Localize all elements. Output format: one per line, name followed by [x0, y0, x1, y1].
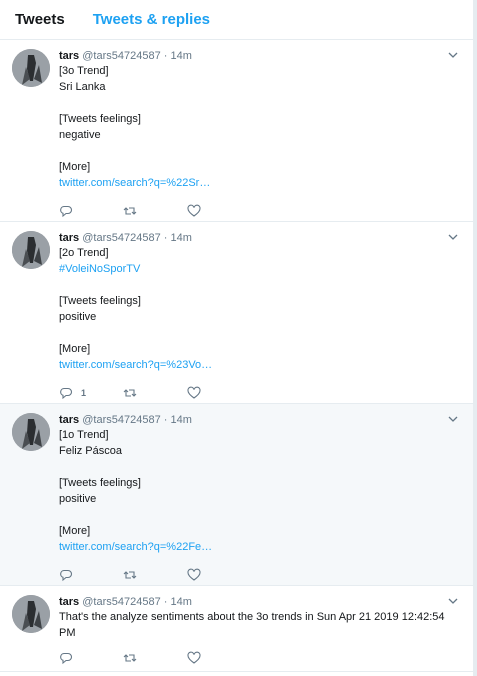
reply-button[interactable]: [59, 204, 123, 218]
retweet-icon: [123, 389, 137, 397]
tweet-line: That's the analyze sentiments about the …: [59, 611, 445, 639]
avatar[interactable]: [12, 231, 50, 269]
avatar[interactable]: [12, 595, 50, 633]
reply-icon: [60, 569, 73, 582]
retweet-icon: [123, 654, 137, 662]
tweet-line: [3o Trend]: [59, 65, 109, 77]
tweet-line: [More]: [59, 161, 91, 173]
reply-button[interactable]: [59, 568, 123, 582]
tweet-line: [59, 507, 461, 523]
avatar[interactable]: [12, 413, 50, 451]
separator-dot: ·: [163, 50, 168, 62]
tab-tweets[interactable]: Tweets: [15, 11, 65, 28]
retweet-button[interactable]: [123, 204, 187, 218]
tweet-line: [More]: [59, 525, 91, 537]
tweet-line: positive: [59, 311, 97, 323]
tweet-text: [1o Trend] Feliz Páscoa [Tweets feelings…: [59, 427, 461, 555]
separator-dot: ·: [163, 596, 168, 608]
heart-icon: [187, 568, 201, 581]
tweet-line: [59, 95, 461, 111]
timestamp[interactable]: 14m: [171, 50, 192, 62]
tab-tweets-and-replies[interactable]: Tweets & replies: [93, 11, 210, 28]
chevron-down-icon[interactable]: [447, 413, 459, 425]
like-button[interactable]: [187, 651, 251, 665]
tweet-line: [Tweets feelings]: [59, 477, 141, 489]
tweet-actions: [59, 562, 461, 588]
tweet-line: Feliz Páscoa: [59, 445, 122, 457]
tweet-link[interactable]: twitter.com/search?q=%23Vo…: [59, 357, 461, 373]
heart-icon: [187, 651, 201, 664]
timestamp[interactable]: 14m: [171, 232, 192, 244]
heart-icon: [187, 204, 201, 217]
tweet[interactable]: tars @tars54724587 · 14m [1o Trend] Feli…: [0, 404, 473, 586]
user-handle[interactable]: @tars54724587: [82, 50, 160, 62]
reply-button[interactable]: 1: [59, 386, 123, 400]
tweet-link[interactable]: twitter.com/search?q=%22Sr…: [59, 175, 461, 191]
tweet-line: positive: [59, 493, 97, 505]
separator-dot: ·: [163, 232, 168, 244]
tweet-line: negative: [59, 129, 101, 141]
chevron-down-icon[interactable]: [447, 231, 459, 243]
display-name[interactable]: tars: [59, 50, 79, 62]
tweet-text: [2o Trend] #VoleiNoSporTV [Tweets feelin…: [59, 245, 461, 373]
tweet[interactable]: tars @tars54724587 · 14m [3o Trend] Sri …: [0, 40, 473, 222]
tweet-actions: [59, 198, 461, 224]
tweet-line: [1o Trend]: [59, 429, 109, 441]
profile-tabs: Tweets Tweets & replies: [0, 0, 473, 40]
retweet-button[interactable]: [123, 568, 187, 582]
tweet-line: [Tweets feelings]: [59, 295, 141, 307]
timestamp[interactable]: 14m: [171, 596, 192, 608]
avatar[interactable]: [12, 49, 50, 87]
like-button[interactable]: [187, 204, 251, 218]
tweet-line: [2o Trend]: [59, 247, 109, 259]
tweet-actions: [59, 645, 461, 671]
separator-dot: ·: [163, 414, 168, 426]
display-name[interactable]: tars: [59, 596, 79, 608]
reply-icon: [60, 205, 73, 218]
tweet-line: [59, 325, 461, 341]
tweet-header: tars @tars54724587 · 14m: [59, 49, 461, 63]
reply-button[interactable]: [59, 651, 123, 665]
tweet-header: tars @tars54724587 · 14m: [59, 231, 461, 245]
tweet-header: tars @tars54724587 · 14m: [59, 413, 461, 427]
tweet[interactable]: tars @tars54724587 · 14m That's the anal…: [0, 586, 473, 672]
retweet-icon: [123, 207, 137, 215]
tweet-line: [59, 143, 461, 159]
reply-icon: [60, 387, 73, 400]
tweet-line: Sri Lanka: [59, 81, 106, 93]
timestamp[interactable]: 14m: [171, 414, 192, 426]
reply-icon: [60, 652, 73, 665]
tweet-text: That's the analyze sentiments about the …: [59, 609, 461, 641]
tweet-line: [59, 459, 461, 475]
display-name[interactable]: tars: [59, 232, 79, 244]
tweet-line: [Tweets feelings]: [59, 113, 141, 125]
retweet-icon: [123, 571, 137, 579]
tweet-header: tars @tars54724587 · 14m: [59, 595, 461, 609]
user-handle[interactable]: @tars54724587: [82, 596, 160, 608]
like-button[interactable]: [187, 386, 251, 400]
retweet-button[interactable]: [123, 386, 187, 400]
chevron-down-icon[interactable]: [447, 49, 459, 61]
tweet-line: [59, 277, 461, 293]
tweet-link[interactable]: twitter.com/search?q=%22Fe…: [59, 539, 461, 555]
chevron-down-icon[interactable]: [447, 595, 459, 607]
tweet-actions: 1: [59, 380, 461, 406]
tweet-text: [3o Trend] Sri Lanka [Tweets feelings] n…: [59, 63, 461, 191]
user-handle[interactable]: @tars54724587: [82, 414, 160, 426]
user-handle[interactable]: @tars54724587: [82, 232, 160, 244]
tweet[interactable]: tars @tars54724587 · 14m [2o Trend] #Vol…: [0, 222, 473, 404]
like-button[interactable]: [187, 568, 251, 582]
tweet-line: [More]: [59, 343, 91, 355]
retweet-button[interactable]: [123, 651, 187, 665]
hashtag-link[interactable]: #VoleiNoSporTV: [59, 261, 461, 277]
timeline: Tweets Tweets & replies tars @tars547245…: [0, 0, 474, 676]
display-name[interactable]: tars: [59, 414, 79, 426]
reply-count: 1: [81, 388, 87, 398]
heart-icon: [187, 386, 201, 399]
